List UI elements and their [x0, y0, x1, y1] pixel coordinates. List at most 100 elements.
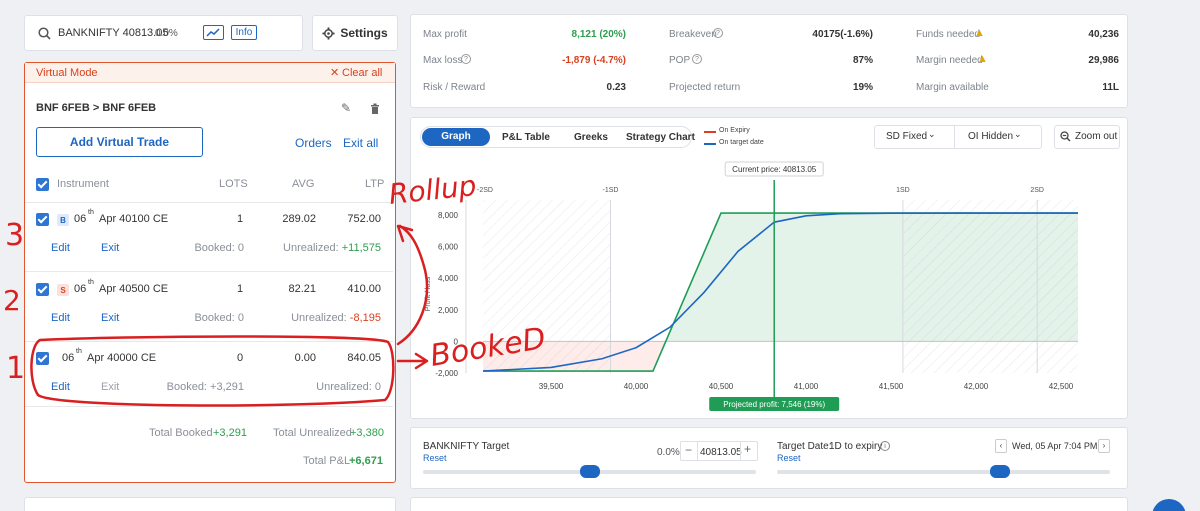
- oi-select[interactable]: OI Hidden: [968, 131, 1013, 142]
- close-icon[interactable]: ✕: [330, 66, 339, 79]
- position-checkbox[interactable]: [36, 283, 49, 296]
- orders-link[interactable]: Orders: [295, 136, 332, 150]
- current-price-tag: Current price: 40813.05: [724, 161, 824, 177]
- increment-icon[interactable]: +: [744, 442, 751, 456]
- target-slider-handle[interactable]: [580, 465, 600, 478]
- warning-icon: ▲: [974, 27, 985, 39]
- position-name: Apr 40000 CE: [87, 352, 157, 364]
- target-value-input[interactable]: 40813.05: [700, 447, 742, 458]
- next-date-button[interactable]: ›: [1098, 439, 1110, 453]
- ltp-header: LTP: [365, 178, 385, 190]
- info-button[interactable]: Info: [231, 25, 257, 40]
- divider: [697, 442, 698, 460]
- exit-all-link[interactable]: Exit all: [343, 136, 378, 150]
- position-ltp: 410.00: [347, 283, 381, 295]
- help-icon[interactable]: ?: [692, 54, 702, 64]
- info-icon[interactable]: i: [880, 441, 890, 451]
- settings-button[interactable]: Settings: [312, 15, 398, 51]
- tab-greeks[interactable]: Greeks: [574, 132, 608, 143]
- strategy-title: BNF 6FEB > BNF 6FEB: [36, 102, 157, 114]
- position-booked: Booked: 0: [194, 312, 244, 324]
- position-unrealized: Unrealized: +11,575: [255, 242, 381, 254]
- max-profit-label: Max profit: [423, 29, 467, 40]
- target-date-reset-link[interactable]: Reset: [777, 453, 801, 463]
- search-change: 0.0%: [155, 28, 178, 39]
- sd-label: -1SD: [603, 187, 619, 194]
- unrealized-label: Unrealized:: [283, 242, 342, 254]
- help-icon[interactable]: ?: [713, 28, 723, 38]
- help-icon[interactable]: ?: [461, 54, 471, 64]
- risk-reward-value: 0.23: [606, 82, 626, 93]
- sell-badge: S: [57, 284, 69, 296]
- exit-position-link[interactable]: Exit: [101, 242, 119, 254]
- gear-icon: [322, 26, 335, 40]
- edit-icon[interactable]: ✎: [341, 101, 351, 115]
- target-pct: 0.0%: [657, 447, 680, 458]
- exit-position-link[interactable]: Exit: [101, 381, 119, 393]
- add-virtual-trade-button[interactable]: Add Virtual Trade: [36, 127, 203, 157]
- help-fab[interactable]: [1152, 499, 1186, 511]
- decrement-icon[interactable]: −: [685, 443, 692, 457]
- trash-icon[interactable]: [370, 103, 380, 114]
- search-symbol: BANKNIFTY 40813.05: [58, 27, 169, 39]
- clear-all-button[interactable]: Clear all: [342, 67, 382, 79]
- y-tick-label: 6,000: [438, 243, 459, 252]
- total-booked-value: +3,291: [213, 427, 247, 439]
- lots-header: LOTS: [219, 178, 248, 190]
- position-checkbox[interactable]: [36, 352, 49, 365]
- legend-target-label: On target date: [719, 139, 764, 146]
- divider: [954, 126, 955, 148]
- divider: [25, 202, 393, 203]
- projected-profit-label: Projected profit: 7,546 (19%): [723, 400, 825, 409]
- total-pnl-label: Total P&L: [303, 455, 351, 467]
- tab-pnl-table[interactable]: P&L Table: [502, 132, 550, 143]
- x-tick-label: 42,000: [964, 382, 989, 391]
- date-slider-track[interactable]: [777, 470, 1110, 474]
- chart-icon[interactable]: [203, 25, 224, 40]
- position-lots: 1: [237, 283, 244, 295]
- position-checkbox[interactable]: [36, 213, 49, 226]
- virtual-panel: Virtual Mode ✕ Clear all BNF 6FEB > BNF …: [24, 62, 396, 483]
- edit-position-link[interactable]: Edit: [51, 381, 70, 393]
- search-box[interactable]: BANKNIFTY 40813.05 0.0% Info: [24, 15, 303, 51]
- target-date-value: Wed, 05 Apr 7:04 PM: [1012, 441, 1098, 451]
- avg-header: AVG: [292, 178, 315, 190]
- annotation-number-2: 2: [3, 284, 21, 317]
- position-avg: 82.21: [288, 283, 316, 295]
- date-slider-handle[interactable]: [990, 465, 1010, 478]
- target-card: [410, 427, 1128, 489]
- payoff-chart[interactable]: -2SD -1SD 1SD 2SD 8,000 6,000 4,000 2,000 0 -2,00…: [410, 150, 1128, 412]
- total-pnl-value: +6,671: [349, 455, 383, 467]
- annotation-number-1: 1: [6, 351, 25, 386]
- y-axis-label: Profit / loss: [425, 276, 432, 311]
- tab-graph[interactable]: Graph: [422, 128, 490, 146]
- margin-available-label: Margin available: [916, 82, 989, 93]
- tab-strategy-chart[interactable]: Strategy Chart: [626, 132, 695, 143]
- pop-value: 87%: [852, 55, 873, 66]
- breakeven-value: 40175(-1.6%): [812, 29, 873, 40]
- unrealized-value: 0: [374, 381, 381, 393]
- chevron-down-icon: ⌄: [1014, 129, 1022, 139]
- prev-date-button[interactable]: ‹: [995, 439, 1007, 453]
- exit-position-link[interactable]: Exit: [101, 312, 119, 324]
- target-date-days: 1D to expiry: [829, 441, 883, 452]
- x-tick-label: 41,500: [879, 382, 904, 391]
- funds-needed-value: 40,236: [1088, 29, 1119, 40]
- select-all-checkbox[interactable]: [36, 178, 49, 191]
- x-tick-label: 39,500: [539, 382, 564, 391]
- edit-position-link[interactable]: Edit: [51, 242, 70, 254]
- target-reset-link[interactable]: Reset: [423, 453, 447, 463]
- position-unrealized: Unrealized: 0: [255, 381, 381, 393]
- breakeven-label: Breakeven: [669, 29, 717, 40]
- buy-badge: B: [57, 214, 69, 226]
- position-booked: Booked: 0: [194, 242, 244, 254]
- projected-profit-tag: Projected profit: 7,546 (19%): [709, 397, 840, 411]
- sd-label: 2SD: [1030, 187, 1044, 194]
- funds-needed-label: Funds needed: [916, 29, 980, 40]
- position-ltp: 752.00: [347, 213, 381, 225]
- annotation-number-3: 3: [5, 218, 24, 253]
- edit-position-link[interactable]: Edit: [51, 312, 70, 324]
- position-day-suffix: th: [76, 348, 82, 355]
- x-tick-label: 40,500: [709, 382, 734, 391]
- position-day: 06: [62, 352, 75, 364]
